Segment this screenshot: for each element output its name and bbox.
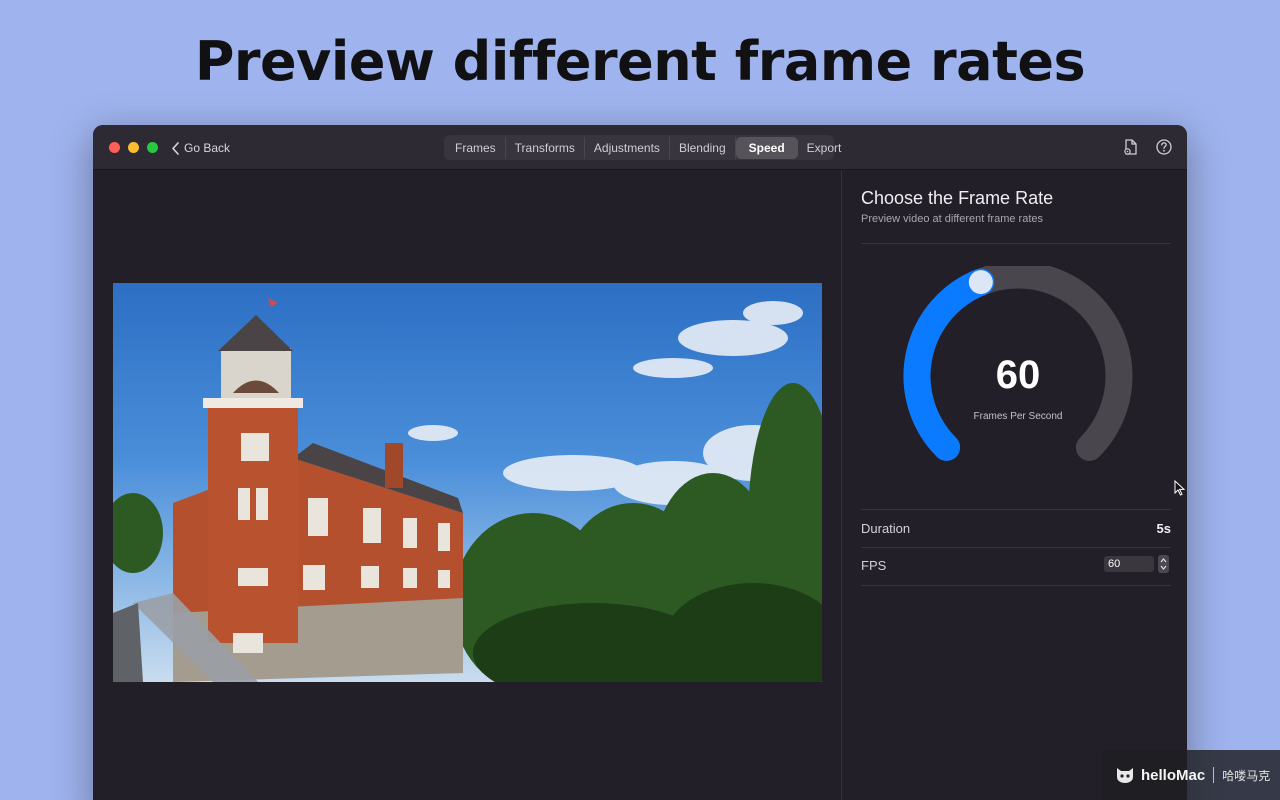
divider — [861, 509, 1171, 510]
duration-value: 5s — [1156, 521, 1171, 536]
tab-blending[interactable]: Blending — [670, 136, 736, 159]
watermark-chinese: 哈喽马克 — [1222, 768, 1271, 783]
fps-stepper[interactable] — [1158, 555, 1169, 573]
document-settings-icon[interactable] — [1122, 138, 1140, 156]
dial-knob — [968, 270, 993, 295]
fps-input[interactable] — [1104, 556, 1154, 572]
divider — [861, 547, 1171, 548]
mouse-pointer-icon — [1174, 480, 1186, 496]
duration-label: Duration — [861, 521, 911, 536]
panel-title: Choose the Frame Rate — [861, 188, 1054, 208]
tab-adjustments[interactable]: Adjustments — [585, 136, 670, 159]
cat-logo-icon — [1117, 768, 1133, 783]
tab-frames[interactable]: Frames — [446, 136, 506, 159]
page-headline: Preview different frame rates — [194, 30, 1086, 93]
segmented-tabs: Frames Transforms Adjustments Blending S… — [444, 135, 841, 160]
building-photo-illustration — [113, 298, 822, 682]
video-preview-area — [93, 171, 842, 800]
fps-dial-value: 60 — [995, 353, 1041, 397]
close-window-button[interactable] — [109, 142, 120, 153]
panel-subtitle: Preview video at different frame rates — [861, 213, 1043, 225]
tab-transforms[interactable]: Transforms — [506, 136, 585, 159]
tab-export[interactable]: Export — [798, 137, 851, 159]
app-window: Go Back Frames Transforms Adjustments Bl… — [93, 125, 1187, 800]
zoom-window-button[interactable] — [147, 142, 158, 153]
watermark-separator — [1213, 767, 1215, 783]
minimize-window-button[interactable] — [128, 142, 139, 153]
video-frame-image — [113, 283, 822, 682]
go-back-button[interactable]: Go Back — [171, 139, 230, 157]
divider — [861, 585, 1171, 586]
speed-settings-panel: Choose the Frame Rate Preview video at d… — [843, 171, 1187, 800]
divider — [861, 243, 1171, 244]
fps-dial-label: Frames Per Second — [973, 411, 1063, 422]
chevron-left-icon — [172, 141, 179, 155]
fps-label: FPS — [861, 558, 887, 573]
go-back-label: Go Back — [184, 141, 231, 155]
watermark-brand: helloMac — [1141, 766, 1206, 784]
help-icon[interactable] — [1155, 138, 1173, 156]
watermark: helloMac 哈喽马克 — [1101, 750, 1280, 800]
title-bar: Go Back Frames Transforms Adjustments Bl… — [93, 125, 1187, 170]
tab-speed[interactable]: Speed — [735, 136, 798, 159]
